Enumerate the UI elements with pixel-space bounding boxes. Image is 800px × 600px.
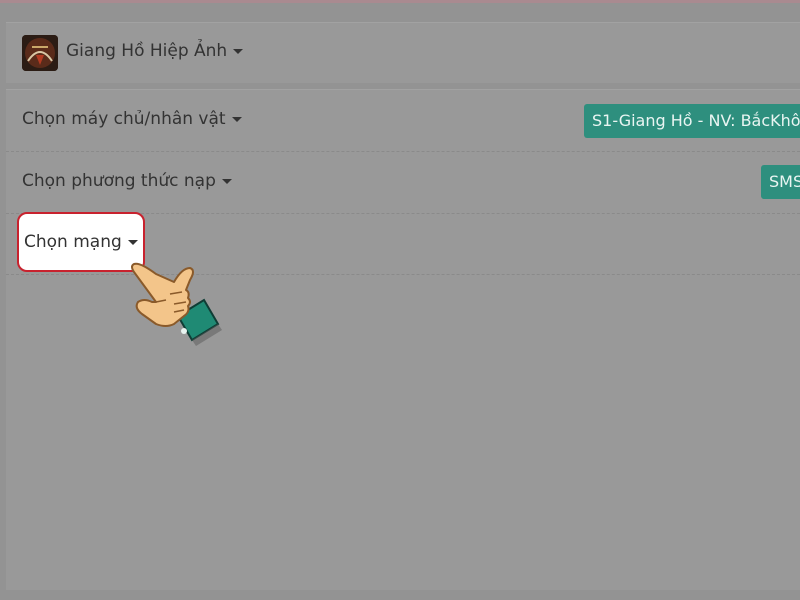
server-label: Chọn máy chủ/nhân vật [22, 109, 226, 129]
server-dropdown[interactable]: Chọn máy chủ/nhân vật [22, 109, 242, 129]
server-value-badge[interactable]: S1-Giang Hồ - NV: BắcKhông [584, 104, 800, 138]
caret-down-icon [233, 48, 244, 54]
caret-down-icon [127, 239, 138, 245]
method-row: Chọn phương thức nạp SMS [6, 152, 800, 214]
caret-down-icon [221, 178, 232, 184]
game-selector-card: Giang Hồ Hiệp Ảnh [6, 22, 800, 83]
game-logo-icon [22, 35, 58, 71]
method-dropdown[interactable]: Chọn phương thức nạp [22, 171, 232, 191]
method-value-badge[interactable]: SMS [761, 165, 800, 199]
server-row: Chọn máy chủ/nhân vật S1-Giang Hồ - NV: … [6, 90, 800, 152]
top-strip [0, 0, 800, 3]
game-title-dropdown[interactable]: Giang Hồ Hiệp Ảnh [66, 41, 244, 61]
method-label: Chọn phương thức nạp [22, 171, 216, 191]
game-title: Giang Hồ Hiệp Ảnh [66, 41, 228, 61]
network-label: Chọn mạng [24, 232, 122, 252]
caret-down-icon [231, 116, 242, 122]
pointing-hand-icon [126, 258, 226, 358]
